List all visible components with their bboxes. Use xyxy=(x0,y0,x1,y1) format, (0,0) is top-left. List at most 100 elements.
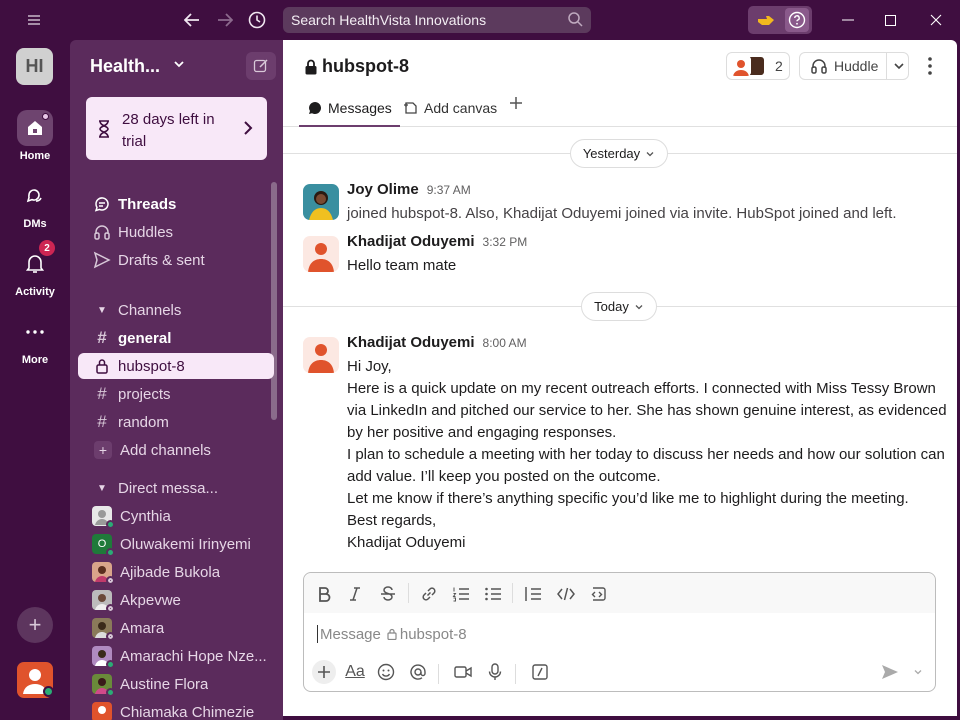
add-tab-button[interactable] xyxy=(509,96,523,123)
channel-view: hubspot-8 2 Huddle Messages Add canvas Y… xyxy=(283,40,957,716)
sidebar-item-huddles[interactable]: Huddles xyxy=(78,219,274,245)
compose-button[interactable] xyxy=(246,52,276,80)
workspace-avatar[interactable]: HI xyxy=(16,48,53,85)
avatar xyxy=(303,337,339,373)
dm-item[interactable]: O Oluwakemi Irinyemi xyxy=(78,531,274,557)
dm-item[interactable]: Cynthia xyxy=(78,503,274,529)
hamburger-menu-icon[interactable] xyxy=(22,8,46,32)
attach-plus-button[interactable] xyxy=(312,660,336,684)
bulleted-list-icon[interactable] xyxy=(482,583,504,605)
slash-command-icon[interactable] xyxy=(528,660,552,684)
date-pill[interactable]: Today xyxy=(581,292,657,321)
search-placeholder: Search HealthVista Innovations xyxy=(291,12,487,28)
italic-icon[interactable] xyxy=(344,583,366,605)
plus-icon xyxy=(510,97,522,109)
sidebar-item-threads[interactable]: Threads xyxy=(78,191,274,217)
headphones-icon xyxy=(811,59,827,74)
sidebar-item-projects[interactable]: # projects xyxy=(78,381,274,407)
divider xyxy=(408,583,409,603)
code-block-icon[interactable] xyxy=(587,583,609,605)
microphone-icon[interactable] xyxy=(483,660,507,684)
message[interactable]: Joy Olime 9:37 AM joined hubspot-8. Also… xyxy=(303,181,943,229)
sidebar-item-general[interactable]: # general xyxy=(78,325,274,351)
channels-section-header[interactable]: ▼ Channels xyxy=(78,297,274,323)
date-label: Yesterday xyxy=(582,146,641,161)
send-icon[interactable] xyxy=(878,660,902,684)
caret-down-icon: ▼ xyxy=(97,482,107,494)
minimize-icon[interactable] xyxy=(836,8,860,32)
emoji-icon[interactable] xyxy=(374,660,398,684)
channel-header: hubspot-8 2 Huddle Messages Add canvas xyxy=(283,40,957,127)
message-line: I plan to schedule a meeting with her to… xyxy=(347,446,945,485)
forward-arrow-icon[interactable] xyxy=(213,8,237,32)
dm-item[interactable]: Akpevwe xyxy=(78,587,274,613)
search-input[interactable]: Search HealthVista Innovations xyxy=(283,7,591,33)
back-arrow-icon[interactable] xyxy=(180,8,204,32)
dms-section-header[interactable]: ▼ Direct messa... xyxy=(78,475,274,501)
huddle-button[interactable]: Huddle xyxy=(799,52,909,80)
members-button[interactable]: 2 xyxy=(726,52,790,80)
channel-title[interactable]: hubspot-8 xyxy=(304,56,409,77)
dm-item[interactable]: Austine Flora xyxy=(78,671,274,697)
sidebar-item-drafts[interactable]: Drafts & sent xyxy=(78,247,274,273)
rail-dms[interactable]: DMs xyxy=(0,178,70,230)
chevron-down-icon[interactable] xyxy=(892,59,906,73)
maximize-icon[interactable] xyxy=(878,8,902,32)
message[interactable]: Khadijat Oduyemi 8:00 AM Hi Joy, Here is… xyxy=(303,334,947,554)
message-input[interactable]: Message hubspot-8 xyxy=(317,625,467,643)
chevron-down-icon[interactable] xyxy=(906,660,930,684)
sender-name[interactable]: Joy Olime xyxy=(347,181,419,198)
dm-item[interactable]: Amara xyxy=(78,615,274,641)
timestamp[interactable]: 3:32 PM xyxy=(483,235,528,249)
more-options-icon[interactable] xyxy=(923,54,937,78)
dm-item[interactable]: Amarachi Hope Nze... xyxy=(78,643,274,669)
avatar xyxy=(303,236,339,272)
rail-activity[interactable]: 2 Activity xyxy=(0,240,70,298)
sender-name[interactable]: Khadijat Oduyemi xyxy=(347,334,475,351)
blockquote-icon[interactable] xyxy=(522,583,544,605)
avatar xyxy=(92,506,115,529)
tab-messages[interactable]: Messages xyxy=(299,100,400,127)
formatting-toggle-button[interactable]: Aa xyxy=(343,660,367,684)
rail-home[interactable]: Home xyxy=(0,110,70,162)
code-icon[interactable] xyxy=(555,583,577,605)
pointing-hand-icon[interactable] xyxy=(755,8,777,32)
chevron-down-icon[interactable] xyxy=(172,57,186,71)
chevron-down-icon xyxy=(635,304,643,309)
ordered-list-icon[interactable] xyxy=(450,583,472,605)
timestamp[interactable]: 9:37 AM xyxy=(427,183,471,197)
tab-add-canvas[interactable]: Add canvas xyxy=(403,100,497,127)
strikethrough-icon[interactable] xyxy=(377,583,399,605)
caret-down-icon: ▼ xyxy=(97,304,107,316)
title-bar: Search HealthVista Innovations xyxy=(0,0,960,40)
workspace-name[interactable]: Health... xyxy=(90,56,160,77)
sidebar-item-hubspot-8[interactable]: hubspot-8 xyxy=(78,353,274,379)
message[interactable]: Khadijat Oduyemi 3:32 PM Hello team mate xyxy=(303,233,943,281)
hourglass-icon xyxy=(94,119,114,139)
rail-more[interactable]: More xyxy=(0,314,70,366)
add-channels-button[interactable]: + Add channels xyxy=(78,437,274,463)
trial-banner[interactable]: 28 days left in trial xyxy=(86,97,267,160)
composer-actions: Aa xyxy=(304,657,935,689)
link-icon[interactable] xyxy=(418,583,440,605)
timestamp[interactable]: 8:00 AM xyxy=(483,336,527,350)
help-icon[interactable] xyxy=(785,8,809,32)
mention-icon[interactable] xyxy=(406,660,430,684)
dm-item[interactable]: Ajibade Bukola xyxy=(78,559,274,585)
bold-icon[interactable] xyxy=(313,583,335,605)
divider xyxy=(512,583,513,603)
message-header: Khadijat Oduyemi 3:32 PM xyxy=(347,233,527,250)
dm-item[interactable]: Chiamaka Chimezie xyxy=(78,699,274,720)
video-icon[interactable] xyxy=(451,660,475,684)
date-pill[interactable]: Yesterday xyxy=(570,139,668,168)
history-clock-icon[interactable] xyxy=(245,8,269,32)
avatar xyxy=(92,562,115,585)
sidebar-item-label: Drafts & sent xyxy=(118,251,205,269)
sidebar-item-random[interactable]: # random xyxy=(78,409,274,435)
close-icon[interactable] xyxy=(924,8,948,32)
member-count: 2 xyxy=(775,58,783,74)
add-workspace-button[interactable]: + xyxy=(17,607,53,643)
channel-sidebar: Health... 28 days left in trial Threads … xyxy=(70,40,283,720)
sender-name[interactable]: Khadijat Oduyemi xyxy=(347,233,475,250)
placeholder-channel: hubspot-8 xyxy=(399,625,467,643)
